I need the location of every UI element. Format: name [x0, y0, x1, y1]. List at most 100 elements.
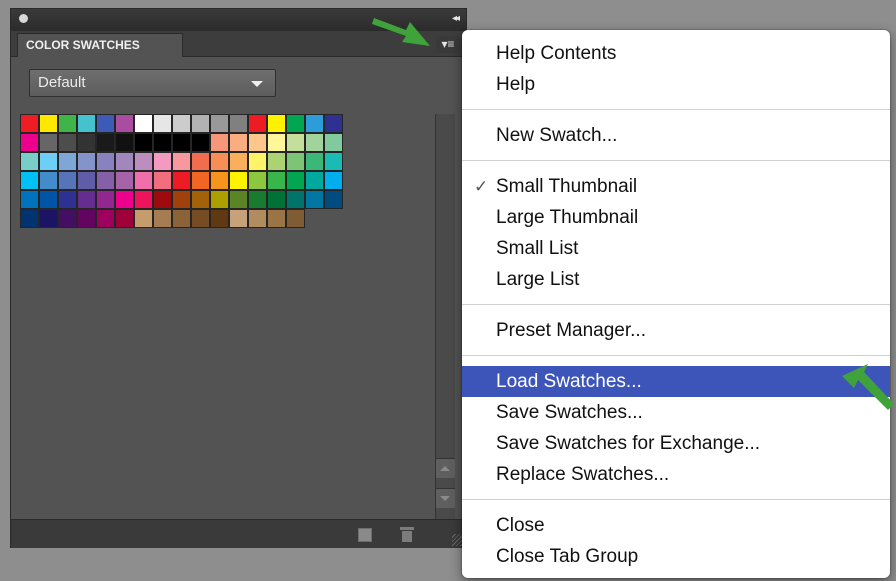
swatch[interactable] — [267, 152, 286, 171]
swatch[interactable] — [115, 171, 134, 190]
swatch[interactable] — [324, 152, 343, 171]
swatch[interactable] — [286, 114, 305, 133]
swatch[interactable] — [229, 171, 248, 190]
swatch[interactable] — [305, 152, 324, 171]
swatch[interactable] — [267, 209, 286, 228]
swatch[interactable] — [58, 133, 77, 152]
swatch[interactable] — [115, 133, 134, 152]
swatch[interactable] — [191, 171, 210, 190]
swatch[interactable] — [191, 114, 210, 133]
swatch[interactable] — [134, 171, 153, 190]
swatch[interactable] — [324, 171, 343, 190]
swatch[interactable] — [134, 114, 153, 133]
swatch[interactable] — [39, 152, 58, 171]
swatch[interactable] — [305, 190, 324, 209]
tab-color-swatches[interactable]: COLOR SWATCHES — [17, 33, 183, 57]
swatch[interactable] — [172, 152, 191, 171]
swatch[interactable] — [191, 190, 210, 209]
swatch[interactable] — [134, 152, 153, 171]
swatch[interactable] — [248, 133, 267, 152]
swatch[interactable] — [39, 171, 58, 190]
swatch[interactable] — [210, 133, 229, 152]
close-icon[interactable] — [19, 14, 28, 23]
menu-item-large-thumbnail[interactable]: Large Thumbnail — [462, 202, 890, 233]
swatch[interactable] — [267, 171, 286, 190]
menu-item-preset-manager[interactable]: Preset Manager... — [462, 315, 890, 346]
swatch[interactable] — [248, 152, 267, 171]
menu-item-small-list[interactable]: Small List — [462, 233, 890, 264]
swatch[interactable] — [96, 152, 115, 171]
swatch[interactable] — [286, 133, 305, 152]
swatch[interactable] — [153, 133, 172, 152]
swatch[interactable] — [153, 114, 172, 133]
swatch[interactable] — [20, 133, 39, 152]
swatch[interactable] — [210, 171, 229, 190]
swatch[interactable] — [115, 114, 134, 133]
swatch[interactable] — [96, 114, 115, 133]
swatch[interactable] — [77, 190, 96, 209]
swatch[interactable] — [248, 114, 267, 133]
swatch[interactable] — [77, 209, 96, 228]
swatch[interactable] — [20, 114, 39, 133]
swatch[interactable] — [191, 133, 210, 152]
swatch[interactable] — [39, 209, 58, 228]
swatch[interactable] — [20, 209, 39, 228]
swatch[interactable] — [324, 190, 343, 209]
swatch[interactable] — [153, 209, 172, 228]
swatch[interactable] — [153, 190, 172, 209]
menu-item-close-tab-group[interactable]: Close Tab Group — [462, 541, 890, 572]
swatch[interactable] — [305, 114, 324, 133]
swatch[interactable] — [172, 209, 191, 228]
swatch[interactable] — [210, 209, 229, 228]
swatch[interactable] — [248, 209, 267, 228]
menu-item-small-thumbnail[interactable]: ✓ Small Thumbnail — [462, 171, 890, 202]
swatch[interactable] — [286, 209, 305, 228]
swatch[interactable] — [39, 190, 58, 209]
new-swatch-icon[interactable] — [358, 528, 372, 542]
swatch[interactable] — [77, 152, 96, 171]
swatch[interactable] — [115, 190, 134, 209]
swatch[interactable] — [286, 152, 305, 171]
swatch[interactable] — [58, 171, 77, 190]
swatch[interactable] — [305, 171, 324, 190]
menu-item-save-swatches-for-exchange[interactable]: Save Swatches for Exchange... — [462, 428, 890, 459]
swatch[interactable] — [286, 171, 305, 190]
swatch[interactable] — [210, 114, 229, 133]
swatch[interactable] — [153, 152, 172, 171]
menu-item-close[interactable]: Close — [462, 510, 890, 541]
swatch[interactable] — [248, 171, 267, 190]
scroll-down-button[interactable] — [436, 488, 455, 508]
swatch[interactable] — [20, 190, 39, 209]
swatch[interactable] — [96, 209, 115, 228]
trash-icon[interactable] — [400, 527, 414, 542]
swatch[interactable] — [39, 114, 58, 133]
swatch[interactable] — [229, 152, 248, 171]
menu-item-help[interactable]: Help — [462, 69, 890, 100]
swatch[interactable] — [96, 190, 115, 209]
swatch[interactable] — [58, 190, 77, 209]
swatch[interactable] — [134, 190, 153, 209]
collapse-icon[interactable]: ◂◂ — [452, 13, 460, 25]
swatch[interactable] — [267, 133, 286, 152]
swatch[interactable] — [20, 152, 39, 171]
swatch[interactable] — [305, 133, 324, 152]
swatch[interactable] — [172, 114, 191, 133]
swatch[interactable] — [210, 152, 229, 171]
swatch[interactable] — [77, 171, 96, 190]
swatch[interactable] — [210, 190, 229, 209]
swatch[interactable] — [153, 171, 172, 190]
swatch[interactable] — [20, 171, 39, 190]
swatch[interactable] — [39, 133, 58, 152]
swatch[interactable] — [191, 209, 210, 228]
swatch[interactable] — [229, 190, 248, 209]
swatch[interactable] — [267, 190, 286, 209]
swatch[interactable] — [172, 133, 191, 152]
swatch[interactable] — [172, 171, 191, 190]
swatch[interactable] — [229, 114, 248, 133]
swatch[interactable] — [286, 190, 305, 209]
swatch[interactable] — [248, 190, 267, 209]
swatch[interactable] — [115, 209, 134, 228]
swatch[interactable] — [267, 114, 286, 133]
menu-item-help-contents[interactable]: Help Contents — [462, 38, 890, 69]
swatch[interactable] — [229, 209, 248, 228]
